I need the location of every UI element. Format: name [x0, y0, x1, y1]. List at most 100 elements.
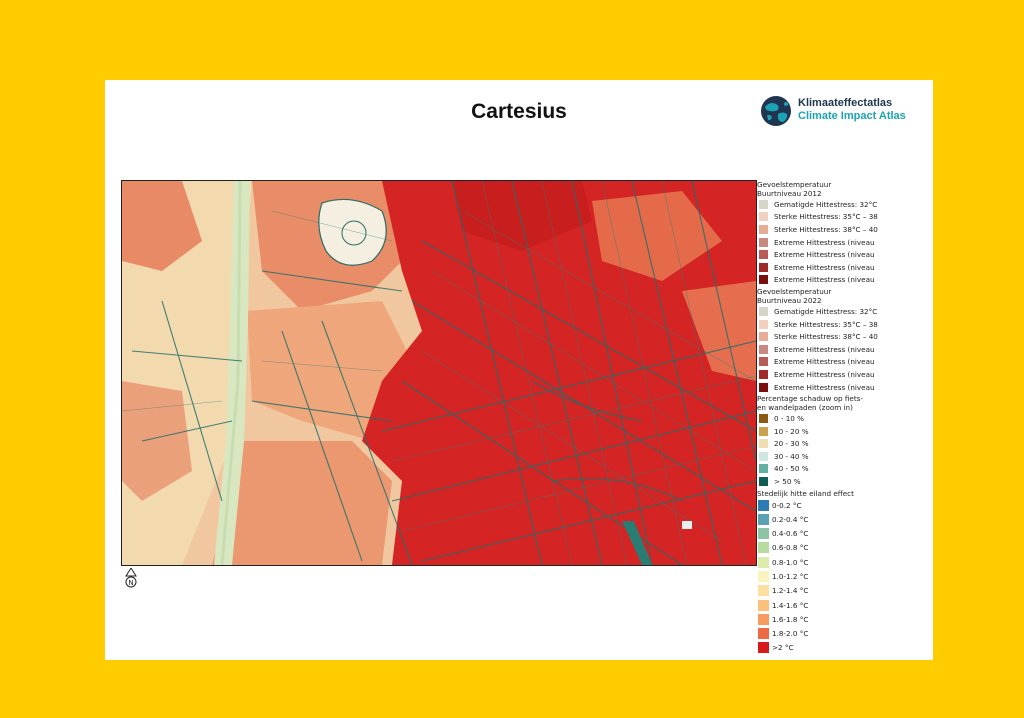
heat-map[interactable] — [121, 180, 757, 566]
legend-item-label: Gematigde Hittestress: 32°C — [774, 199, 878, 209]
park-area — [318, 198, 387, 266]
legend-item: Gematigde Hittestress: 32°C — [757, 198, 933, 211]
legend-swatch — [759, 237, 768, 247]
climate-impact-atlas-logo[interactable]: Klimaateffectatlas Climate Impact Atlas — [760, 94, 930, 128]
legend-item-label: 0.2-0.4 °C — [772, 514, 809, 524]
legend-swatch — [759, 344, 768, 354]
legend-swatch — [758, 571, 769, 582]
legend-item: Sterke Hittestress: 35°C – 38 — [757, 211, 933, 224]
legend-item-label: 1.0-1.2 °C — [772, 572, 809, 581]
heat-map-canvas — [122, 181, 756, 565]
legend-item-label: Extreme Hittestress (niveau — [774, 344, 875, 354]
north-arrow-letter: N — [128, 579, 133, 587]
legend-item-label: Sterke Hittestress: 35°C – 38 — [774, 319, 878, 329]
legend-item: Extreme Hittestress (niveau — [757, 261, 933, 274]
legend-item: 0.6-0.8 °C — [757, 541, 933, 555]
legend-swatch — [759, 250, 768, 260]
legend-swatch — [758, 556, 769, 568]
legend-item-label: 40 - 50 % — [774, 464, 809, 474]
legend-item-label: > 50 % — [774, 477, 801, 487]
legend-group-title: Percentage schaduw op fiets- — [757, 394, 864, 404]
north-arrow-icon: N — [125, 568, 137, 588]
water-basin — [682, 521, 692, 529]
legend-swatch — [759, 212, 768, 222]
legend-item-label: Sterke Hittestress: 38°C – 40 — [774, 224, 878, 234]
legend-group-uhi: Stedelijk hitte eiland effect 0-0.2 °C 0.2… — [757, 489, 933, 655]
legend-item: Extreme Hittestress (niveau — [757, 368, 933, 381]
legend-item-label: Extreme Hittestress (niveau — [774, 369, 875, 379]
legend-item-label: Sterke Hittestress: 35°C – 38 — [774, 212, 878, 222]
legend-swatch — [759, 369, 768, 379]
legend-swatch — [758, 528, 769, 540]
legend-item-label: 1.6-1.8 °C — [772, 614, 809, 624]
legend-swatch — [758, 628, 769, 640]
legend-item: Extreme Hittestress (niveau — [757, 248, 933, 261]
legend-item-label: 0 - 10 % — [774, 414, 804, 424]
legend-item: Extreme Hittestress (niveau — [757, 356, 933, 369]
legend-group-title: Buurtniveau 2012 — [757, 189, 822, 198]
legend-swatch — [759, 464, 768, 474]
legend-item: 1.2-1.4 °C — [757, 584, 933, 598]
legend-swatch — [759, 199, 768, 209]
legend-item-label: Extreme Hittestress (niveau — [774, 262, 875, 272]
legend-item: Extreme Hittestress (niveau — [757, 274, 933, 287]
legend-item: 0 - 10 % — [757, 412, 933, 425]
legend-item: Extreme Hittestress (niveau — [757, 381, 933, 394]
legend-swatch — [758, 513, 769, 525]
legend-swatch — [758, 499, 769, 511]
legend-swatch — [759, 275, 768, 285]
legend-swatch — [759, 319, 768, 329]
legend-item: 1.6-1.8 °C — [757, 612, 933, 626]
legend-item: 1.8-2.0 °C — [757, 627, 933, 641]
legend-item: 0.2-0.4 °C — [757, 512, 933, 526]
legend-swatch — [759, 332, 768, 342]
legend-item-label: 1.8-2.0 °C — [772, 629, 809, 639]
legend-item: Sterke Hittestress: 38°C – 40 — [757, 223, 933, 236]
legend-swatch — [759, 451, 768, 461]
legend-swatch — [758, 642, 769, 654]
legend-item: Extreme Hittestress (niveau — [757, 236, 933, 249]
legend-item-label: 0.6-0.8 °C — [772, 543, 809, 553]
legend-item: >2 °C — [757, 641, 933, 655]
legend-group: Gevoelstemperatuur Buurtniveau 2022 Gemati… — [757, 287, 933, 393]
legend-item: 0-0.2 °C — [757, 498, 933, 512]
legend-item-label: Extreme Hittestress (niveau — [774, 237, 875, 247]
legend-item-label: >2 °C — [772, 643, 794, 653]
legend-item-label: Gematigde Hittestress: 32°C — [774, 306, 878, 316]
legend-item-label: Extreme Hittestress (niveau — [774, 275, 875, 285]
logo-line-dutch: Klimaateffectatlas — [798, 97, 893, 109]
legend-item-label: 1.4-1.6 °C — [772, 600, 809, 610]
legend-item-label: Extreme Hittestress (niveau — [774, 382, 875, 392]
legend-item-label: Sterke Hittestress: 38°C – 40 — [774, 332, 878, 342]
legend-group-title: Gevoelstemperatuur — [757, 180, 832, 189]
legend-item-label: 1.2-1.4 °C — [772, 586, 809, 596]
legend-swatch — [758, 542, 769, 554]
legend-item: 30 - 40 % — [757, 450, 933, 463]
legend-swatch — [759, 357, 768, 367]
legend-swatch — [758, 613, 769, 625]
legend-group: Percentage schaduw op fiets-en wandelpad… — [757, 394, 933, 488]
legend-item-label: 10 - 20 % — [774, 426, 809, 436]
legend-item: 20 - 30 % — [757, 438, 933, 451]
legend-item: > 50 % — [757, 475, 933, 488]
legend-group-title: Buurtniveau 2022 — [757, 296, 822, 306]
legend-item-label: 20 - 30 % — [774, 439, 809, 449]
legend-swatch — [759, 439, 768, 449]
legend-item: 1.0-1.2 °C — [757, 569, 933, 583]
logo-line-english: Climate Impact Atlas — [798, 110, 906, 122]
legend-swatch — [759, 224, 768, 234]
legend-swatch — [759, 426, 768, 436]
legend-swatch — [759, 477, 768, 487]
legend-item: Sterke Hittestress: 35°C – 38 — [757, 318, 933, 331]
legend-swatch — [758, 585, 769, 597]
legend-item: Gematigde Hittestress: 32°C — [757, 305, 933, 318]
legend-swatch — [758, 599, 769, 611]
globe-icon — [761, 96, 791, 126]
legend-group-title: en wandelpaden (zoom in) — [757, 403, 853, 413]
legend-group-title: Gevoelstemperatuur — [757, 287, 832, 297]
legend-swatch — [759, 414, 768, 424]
legend-item-label: Extreme Hittestress (niveau — [774, 357, 875, 367]
legend-item: 1.4-1.6 °C — [757, 598, 933, 612]
legend-item-label: 0.4-0.6 °C — [772, 529, 809, 539]
legend-group-title: Stedelijk hitte eiland effect — [757, 488, 854, 498]
